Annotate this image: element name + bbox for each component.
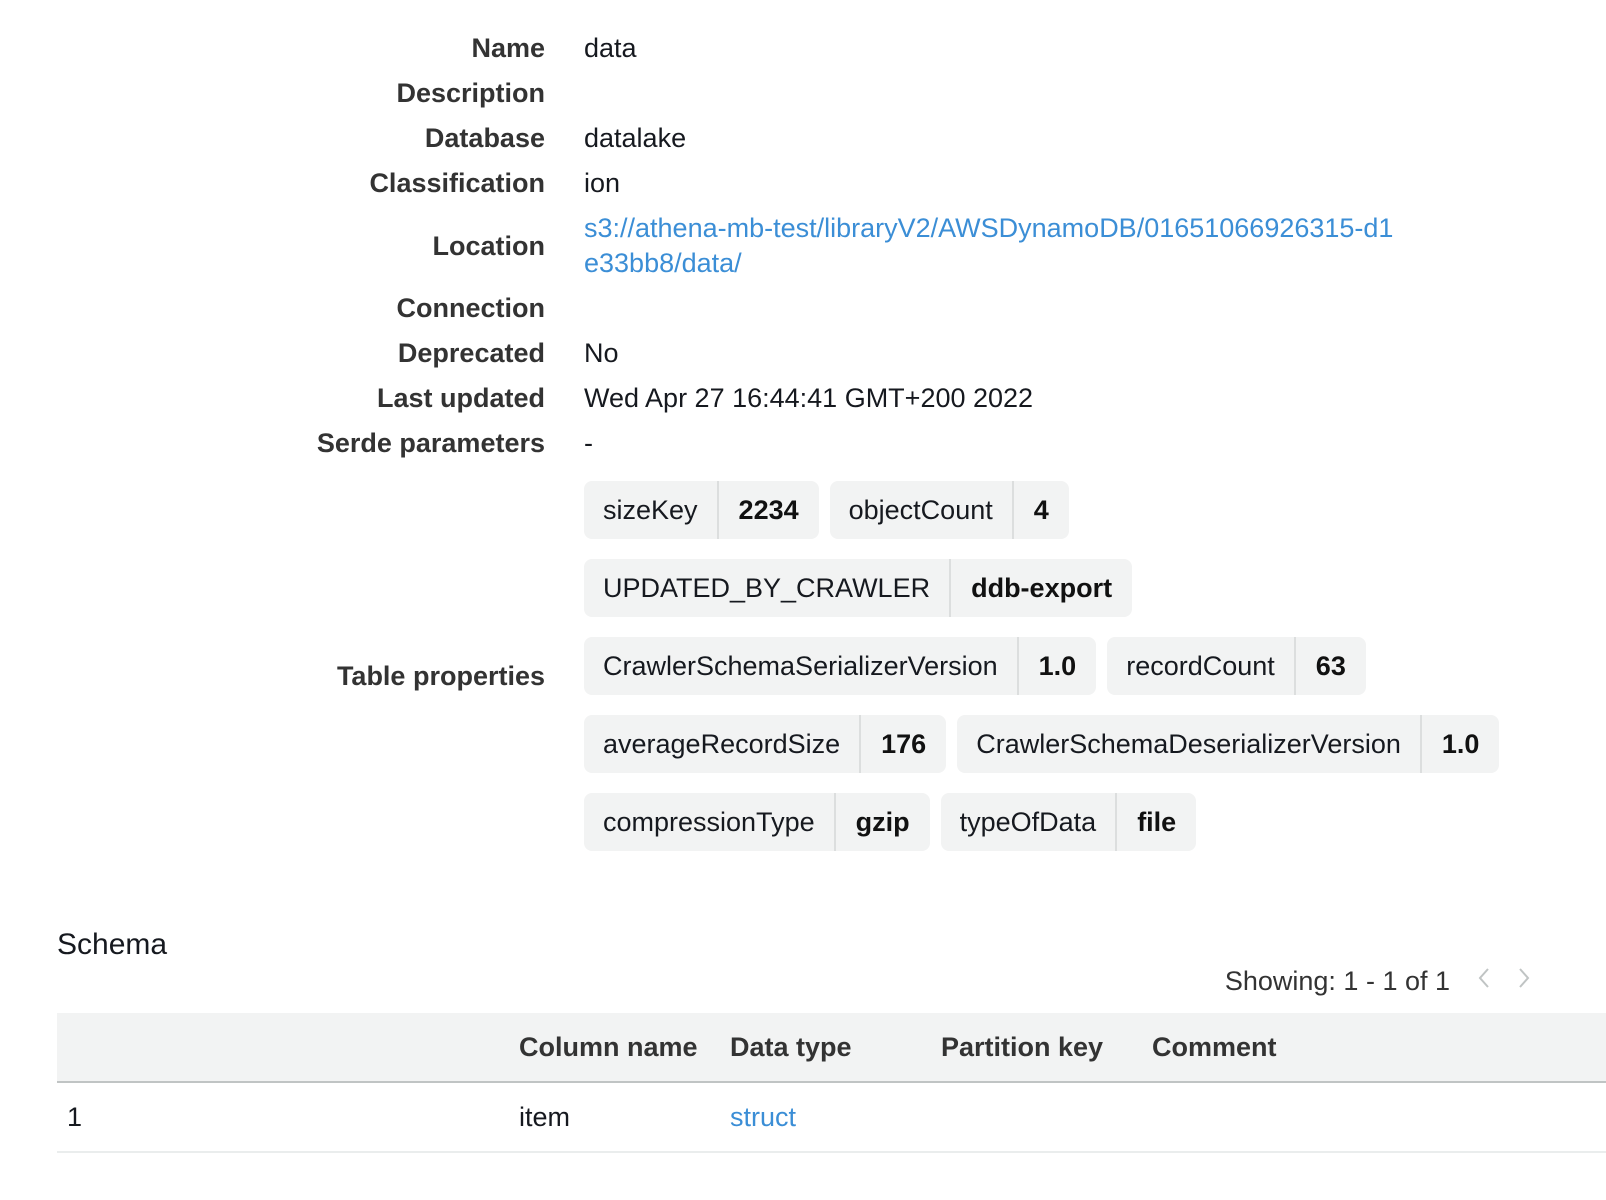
chevron-left-icon[interactable] [1464,966,1504,997]
location-link[interactable]: s3://athena-mb-test/libraryV2/AWSDynamoD… [584,211,1404,281]
property-value: 176 [881,728,927,759]
detail-label: Location [432,230,546,261]
column-header-data-type: Data type [730,1031,852,1062]
column-header-column-name: Column name [519,1031,698,1062]
detail-value-classification: ion [584,168,621,198]
property-tag: averageRecordSize 176 [584,715,947,773]
detail-row-table-properties: Table properties sizeKey 2234 objectCoun… [0,481,1606,871]
detail-row-database: Database datalake [0,116,1606,161]
property-value: 1.0 [1441,728,1480,759]
schema-table: Column name Data type Partition key Comm… [57,1013,1606,1153]
property-value: 4 [1033,494,1049,525]
property-key: CrawlerSchemaDeserializerVersion [957,715,1422,773]
detail-row-classification: Classification ion [0,161,1606,206]
property-tag: CrawlerSchemaSerializerVersion 1.0 [584,637,1097,695]
property-key: compressionType [584,793,836,851]
detail-row-name: Name data [0,26,1606,71]
property-key: averageRecordSize [584,715,862,773]
detail-label: Database [424,123,545,153]
column-header-partition-key: Partition key [941,1031,1104,1062]
detail-row-location: Location s3://athena-mb-test/libraryV2/A… [0,206,1606,286]
detail-label: Serde parameters [316,428,545,458]
property-key: objectCount [830,481,1014,539]
property-tag: recordCount 63 [1107,637,1366,695]
detail-label: Description [396,78,545,108]
table-details: Name data Description Database datalake … [0,26,1606,871]
detail-row-description: Description [0,71,1606,116]
pagination: Showing: 1 - 1 of 1 [1225,966,1544,997]
detail-label: Table properties [336,660,545,691]
column-header-comment: Comment [1152,1031,1277,1062]
detail-value-database: datalake [584,123,687,153]
property-value: 63 [1315,650,1346,681]
property-key: UPDATED_BY_CRAWLER [584,559,952,617]
detail-value-name: data [584,33,637,63]
property-tag: UPDATED_BY_CRAWLER ddb-export [584,559,1133,617]
detail-label: Last updated [376,383,545,413]
property-tag: typeOfData file [940,793,1197,851]
detail-row-connection: Connection [0,286,1606,331]
table-row: 1 item struct [57,1083,1606,1153]
detail-label: Connection [396,293,546,323]
row-data-type: struct [730,1083,796,1151]
table-header-row: Column name Data type Partition key Comm… [57,1013,1606,1083]
detail-value-serde-parameters: - [584,428,593,458]
detail-row-serde-parameters: Serde parameters - [0,421,1606,466]
property-value: 1.0 [1038,650,1077,681]
property-tag: CrawlerSchemaDeserializerVersion 1.0 [957,715,1500,773]
chevron-right-icon[interactable] [1504,966,1544,997]
row-index: 1 [67,1101,83,1132]
property-key: sizeKey [584,481,719,539]
property-value: 2234 [738,494,799,525]
row-column-name: item [519,1101,571,1132]
property-tag: sizeKey 2234 [584,481,819,539]
table-properties-list: sizeKey 2234 objectCount 4 UPDATED_BY_CR… [584,481,1534,871]
property-value: file [1137,806,1177,837]
property-key: typeOfData [941,793,1118,851]
detail-label: Name [471,33,545,63]
detail-label: Classification [369,168,545,198]
detail-row-last-updated: Last updated Wed Apr 27 16:44:41 GMT+200… [0,376,1606,421]
detail-value-last-updated: Wed Apr 27 16:44:41 GMT+200 2022 [584,383,1034,413]
property-value: gzip [855,806,910,837]
detail-value-deprecated: No [584,338,619,368]
property-value: ddb-export [971,572,1113,603]
property-tag: objectCount 4 [829,481,1069,539]
detail-label: Deprecated [397,338,545,368]
property-key: recordCount [1107,637,1296,695]
detail-value-location: s3://athena-mb-test/libraryV2/AWSDynamoD… [584,211,1404,281]
pagination-text: Showing: 1 - 1 of 1 [1224,966,1450,996]
data-type-link[interactable]: struct [730,1102,796,1133]
detail-row-deprecated: Deprecated No [0,331,1606,376]
schema-heading: Schema [57,928,168,961]
property-tag: compressionType gzip [584,793,930,851]
property-key: CrawlerSchemaSerializerVersion [584,637,1019,695]
